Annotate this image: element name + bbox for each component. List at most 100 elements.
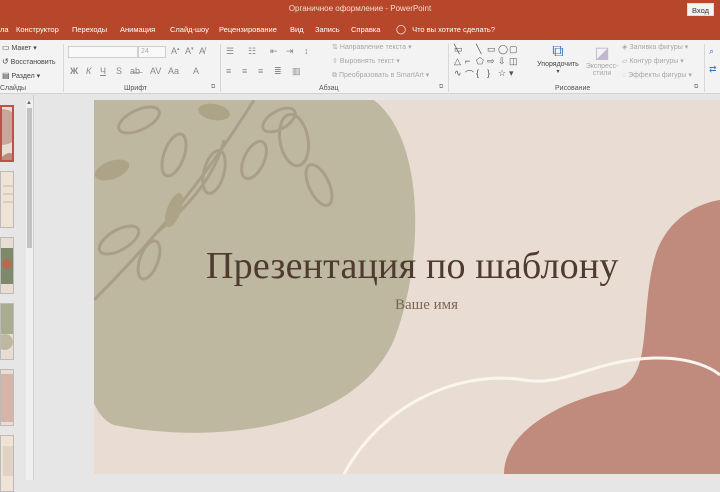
smartart-button[interactable]: ⧉ Преобразовать в SmartArt ▾ — [332, 71, 429, 80]
shape-effects-label: Эффекты фигуры — [628, 72, 687, 79]
numbering-icon[interactable]: ☷ — [248, 46, 256, 57]
spacing-icon[interactable]: AV — [150, 66, 161, 76]
arc-shape-icon[interactable]: ⌒ — [465, 68, 474, 81]
section-label: Раздел — [11, 73, 35, 80]
increase-indent-icon[interactable]: ⇥ — [286, 46, 294, 57]
scroll-up-icon[interactable]: ▲ — [26, 100, 32, 106]
tab-review[interactable]: Рецензирование — [219, 25, 277, 34]
tab-record[interactable]: Запись — [315, 25, 340, 34]
font-size-combo[interactable]: 24 — [138, 46, 166, 58]
slide-title[interactable]: Презентация по шаблону — [206, 244, 619, 288]
triangle-shape-icon[interactable]: △ — [454, 56, 461, 67]
curve-shape-icon[interactable]: ∿ — [454, 68, 462, 79]
shadow-icon[interactable]: S — [116, 66, 122, 76]
quick-styles-label-2: стили — [592, 70, 612, 77]
strikethrough-icon[interactable]: a̶b̶ — [130, 66, 140, 76]
slide-thumbnail-1[interactable] — [0, 105, 14, 162]
shape-fill-button[interactable]: ◈ Заливка фигуры ▾ — [622, 43, 688, 51]
shape-fill-label: Заливка фигуры — [629, 44, 683, 51]
bold-icon[interactable]: Ж — [70, 66, 78, 76]
align-left-icon[interactable]: ≡ — [226, 66, 231, 76]
line-shape-icon[interactable]: ╲ — [454, 44, 459, 55]
terracotta-blob-shape — [504, 200, 720, 474]
font-shrink-icon[interactable]: A▾ — [185, 46, 194, 56]
thumbnail-preview — [1, 304, 13, 359]
tab-transitions[interactable]: Переходы — [72, 25, 107, 34]
paragraph-dialog-launcher-icon[interactable]: ⧉ — [439, 84, 443, 91]
thumbnail-preview — [1, 436, 13, 491]
ribbon: ▭ Макет ▾ ↺ Восстановить ▤ Раздел ▾ Слай… — [0, 40, 720, 94]
tell-me-text: Что вы хотите сделать? — [412, 25, 495, 34]
shapes-gallery[interactable]: ▭ ╲ ╲ ▭ ◯ ▢ △ ⌐ ⬠ ⇨ ⇩ ◫ ∿ ⌒ { } ☆ ▾ — [454, 44, 524, 80]
callout-shape-icon[interactable]: ◫ — [509, 56, 518, 67]
align-text-button[interactable]: ⇳ Выровнять текст ▾ — [332, 57, 400, 65]
font-dialog-launcher-icon[interactable]: ⧉ — [211, 84, 215, 91]
slide-subtitle[interactable]: Ваше имя — [395, 297, 458, 314]
thumbnail-preview — [1, 172, 13, 227]
arrange-label: Упорядочить — [537, 61, 579, 68]
tab-slideshow[interactable]: Слайд-шоу — [170, 25, 209, 34]
divider — [704, 44, 705, 92]
arrow-shape-icon[interactable]: ⇨ — [487, 56, 495, 67]
paragraph-group-label: Абзац — [319, 85, 339, 92]
font-grow-icon[interactable]: A▴ — [171, 46, 180, 56]
text-direction-label: Направление текста — [339, 44, 407, 51]
thumbnail-scrollbar[interactable]: ▲ — [26, 100, 33, 480]
slide-thumbnail-5[interactable] — [0, 369, 14, 426]
tell-me-box[interactable]: ◯ Что вы хотите сделать? — [396, 24, 495, 35]
sign-in-button[interactable]: Вход — [687, 3, 714, 16]
change-case-icon[interactable]: Aa — [168, 66, 179, 76]
align-right-icon[interactable]: ≡ — [258, 66, 263, 76]
tab-help[interactable]: Справка — [351, 25, 380, 34]
tab-view[interactable]: Вид — [290, 25, 304, 34]
find-icon[interactable]: ⌕ — [709, 46, 714, 57]
bullets-icon[interactable]: ☰ — [226, 46, 234, 57]
align-text-label: Выровнять текст — [339, 58, 395, 65]
quick-styles-button[interactable]: ◪ Экспресс- стили — [584, 43, 620, 77]
section-button[interactable]: ▤ Раздел ▾ — [2, 71, 40, 80]
drawing-dialog-launcher-icon[interactable]: ⧉ — [694, 84, 698, 91]
thumbnail-preview — [2, 107, 12, 160]
oval-shape-icon[interactable]: ◯ — [498, 44, 508, 55]
text-direction-button[interactable]: ⇅ Направление текста ▾ — [332, 43, 412, 51]
tab-animations[interactable]: Анимация — [120, 25, 155, 34]
reset-label: Восстановить — [10, 59, 56, 66]
thumbnail-preview — [1, 238, 13, 293]
slide-thumbnail-6[interactable] — [0, 435, 14, 492]
lightbulb-icon: ◯ — [396, 24, 407, 34]
arrow-down-shape-icon[interactable]: ⇩ — [498, 56, 506, 67]
rectangle-shape-icon[interactable]: ▭ — [487, 44, 496, 55]
pentagon-shape-icon[interactable]: ⬠ — [476, 56, 484, 67]
more-shapes-icon[interactable]: ▾ — [509, 68, 514, 79]
slides-group-label: Слайды — [0, 85, 27, 92]
arrange-button[interactable]: ⧉ Упорядочить ▾ — [532, 43, 584, 75]
brace-shape-icon[interactable]: } — [487, 68, 490, 78]
tab-design[interactable]: Конструктор — [16, 25, 59, 34]
replace-icon[interactable]: ⇄ — [709, 64, 717, 75]
slide-thumbnail-3[interactable] — [0, 237, 14, 294]
line-shape-icon[interactable]: ╲ — [476, 44, 481, 55]
scrollbar-thumb[interactable] — [27, 108, 32, 248]
font-name-combo[interactable] — [68, 46, 138, 58]
columns-icon[interactable]: ▥ — [292, 66, 301, 77]
underline-icon[interactable]: Ч — [100, 66, 106, 76]
reset-button[interactable]: ↺ Восстановить — [2, 57, 55, 66]
shape-effects-button[interactable]: ◌ Эффекты фигуры ▾ — [622, 71, 692, 79]
slide-thumbnail-2[interactable] — [0, 171, 14, 228]
tab-home[interactable]: ла — [0, 25, 9, 34]
brace-shape-icon[interactable]: { — [476, 68, 479, 78]
slide-thumbnail-4[interactable] — [0, 303, 14, 360]
align-center-icon[interactable]: ≡ — [242, 66, 247, 76]
clear-format-icon[interactable]: A̸ — [199, 46, 205, 56]
chevron-down-icon: ▾ — [556, 69, 560, 75]
justify-icon[interactable]: ≣ — [274, 66, 282, 77]
line-spacing-icon[interactable]: ↕ — [304, 46, 309, 56]
star-shape-icon[interactable]: ☆ — [498, 68, 506, 79]
decrease-indent-icon[interactable]: ⇤ — [270, 46, 278, 57]
layout-button[interactable]: ▭ Макет ▾ — [2, 43, 37, 52]
shape-outline-button[interactable]: ▱ Контур фигуры ▾ — [622, 57, 684, 65]
font-color-icon[interactable]: A — [193, 66, 199, 76]
italic-icon[interactable]: К — [86, 66, 91, 76]
rounded-rect-shape-icon[interactable]: ▢ — [509, 44, 518, 55]
corner-shape-icon[interactable]: ⌐ — [465, 56, 470, 66]
